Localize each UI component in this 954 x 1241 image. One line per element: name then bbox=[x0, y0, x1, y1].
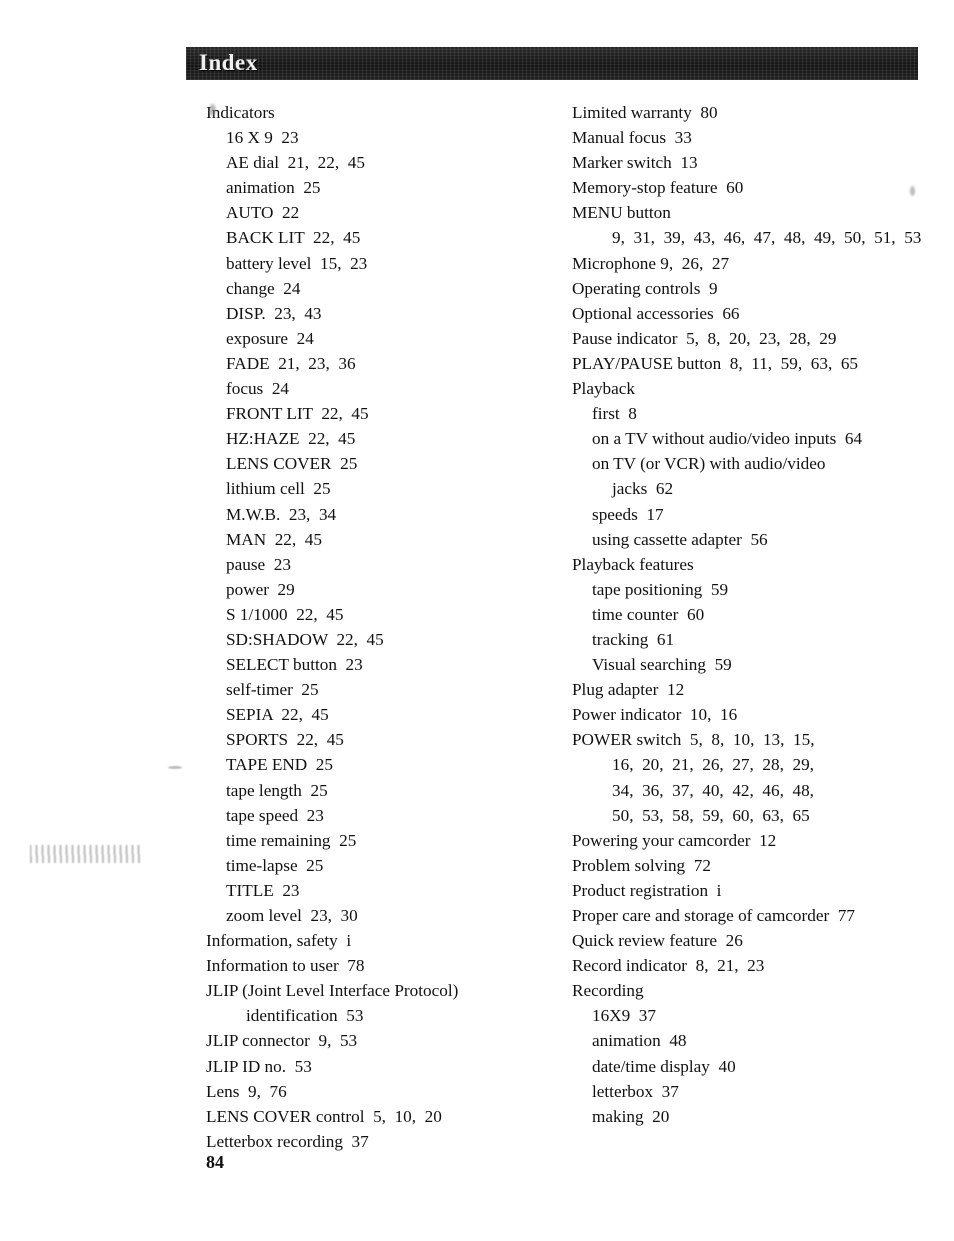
index-entry: Power indicator 10, 16 bbox=[572, 705, 738, 725]
index-entry: Letterbox recording 37 bbox=[206, 1131, 369, 1151]
index-entry: pause 23 bbox=[226, 554, 291, 574]
index-entry: Operating controls 9 bbox=[572, 278, 718, 298]
index-entry: LENS COVER control 5, 10, 20 bbox=[206, 1106, 442, 1126]
index-entry: Memory-stop feature 60 bbox=[572, 178, 744, 198]
index-entry: on TV (or VCR) with audio/video bbox=[592, 454, 826, 474]
index-column-left: Indicators 16 X 9 23 AE dial 21, 22, 45 ani… bbox=[206, 100, 546, 1154]
index-entry: JLIP (Joint Level Interface Protocol) bbox=[206, 981, 459, 1001]
index-entry: SEPIA 22, 45 bbox=[226, 705, 329, 725]
index-entry: Powering your camcorder 12 bbox=[572, 830, 777, 850]
index-entry: Indicators bbox=[206, 103, 275, 122]
index-entry: S 1/1000 22, 45 bbox=[226, 604, 344, 624]
index-entry: speeds 17 bbox=[592, 504, 664, 524]
index-entry: Information, safety i bbox=[206, 931, 352, 951]
index-entry: zoom level 23, 30 bbox=[226, 906, 358, 925]
index-entry: identification 53 bbox=[246, 1006, 364, 1026]
index-entry: Problem solving 72 bbox=[572, 855, 711, 875]
index-entry: animation 48 bbox=[592, 1031, 687, 1051]
index-entry: focus 24 bbox=[226, 379, 290, 399]
index-entry: tape speed 23 bbox=[226, 805, 324, 825]
index-entry: POWER switch 5, 8, 10, 13, 15, bbox=[572, 730, 815, 750]
index-entry: Record indicator 8, 21, 23 bbox=[572, 956, 765, 976]
index-entry: DISP. 23, 43 bbox=[226, 303, 322, 323]
index-entry: making 20 bbox=[592, 1106, 670, 1126]
index-entry: MENU button bbox=[572, 203, 671, 223]
index-entry: SELECT button 23 bbox=[226, 655, 363, 675]
index-entry: TITLE 23 bbox=[226, 880, 300, 900]
index-entry: Optional accessories 66 bbox=[572, 303, 740, 323]
index-entry: exposure 24 bbox=[226, 328, 314, 348]
index-entry: animation 25 bbox=[226, 178, 321, 198]
index-entry: Marker switch 13 bbox=[572, 153, 698, 173]
index-entry: change 24 bbox=[226, 278, 301, 298]
index-entry: Pause indicator 5, 8, 20, 23, 28, 29 bbox=[572, 328, 837, 348]
index-entry: tape length 25 bbox=[226, 780, 328, 800]
index-entry: on a TV without audio/video inputs 64 bbox=[592, 429, 863, 449]
scan-smudge-artifact bbox=[30, 845, 140, 863]
index-entry: MAN 22, 45 bbox=[226, 529, 322, 549]
index-entry: Manual focus 33 bbox=[572, 128, 692, 148]
index-entry: Lens 9, 76 bbox=[206, 1081, 287, 1101]
index-entry: tracking 61 bbox=[592, 629, 675, 649]
index-entry: power 29 bbox=[226, 579, 295, 599]
index-entry: JLIP ID no. 53 bbox=[206, 1056, 312, 1076]
index-entry: BACK LIT 22, 45 bbox=[226, 228, 361, 248]
index-entry: 34, 36, 37, 40, 42, 46, 48, bbox=[612, 780, 814, 800]
index-entry: Product registration i bbox=[572, 880, 722, 900]
index-entry: 50, 53, 58, 59, 60, 63, 65 bbox=[612, 805, 810, 825]
index-entry: Plug adapter 12 bbox=[572, 680, 685, 700]
index-entry: AUTO 22 bbox=[226, 203, 300, 223]
index-entry: 16, 20, 21, 26, 27, 28, 29, bbox=[612, 755, 814, 775]
index-entry: time counter 60 bbox=[592, 604, 705, 624]
index-entry: Playback bbox=[572, 379, 636, 399]
header-texture bbox=[186, 47, 918, 80]
index-entry: battery level 15, 23 bbox=[226, 253, 368, 273]
index-entry: SPORTS 22, 45 bbox=[226, 730, 344, 750]
scan-speck-artifact bbox=[910, 186, 915, 196]
index-page: Index Indicators 16 X 9 23 AE dial 21, 22,… bbox=[0, 0, 954, 1241]
index-entry: LENS COVER 25 bbox=[226, 454, 358, 474]
index-entry: first 8 bbox=[592, 404, 637, 424]
index-entry: using cassette adapter 56 bbox=[592, 529, 768, 549]
index-entry: time-lapse 25 bbox=[226, 855, 324, 875]
index-entry: Proper care and storage of camcorder 77 bbox=[572, 906, 855, 925]
index-entry: 16 X 9 23 bbox=[226, 128, 299, 148]
index-entry: jacks 62 bbox=[612, 479, 674, 499]
index-entry: 9, 31, 39, 43, 46, 47, 48, 49, 50, 51, 5… bbox=[612, 228, 922, 248]
index-entry: SD:SHADOW 22, 45 bbox=[226, 629, 384, 649]
page-title: Index bbox=[199, 50, 258, 75]
index-entry: Microphone 9, 26, 27 bbox=[572, 253, 730, 273]
index-header-bar: Index bbox=[186, 47, 918, 80]
index-entry: date/time display 40 bbox=[592, 1056, 736, 1076]
index-entry: HZ:HAZE 22, 45 bbox=[226, 429, 356, 449]
index-entry: 16X9 37 bbox=[592, 1006, 656, 1026]
index-entry: Playback features bbox=[572, 554, 694, 574]
index-entry: tape positioning 59 bbox=[592, 579, 729, 599]
index-column-right: Limited warranty 80 Manual focus 33 Marker… bbox=[572, 100, 932, 1129]
index-entry: self-timer 25 bbox=[226, 680, 319, 700]
index-entry: letterbox 37 bbox=[592, 1081, 679, 1101]
index-entry: lithium cell 25 bbox=[226, 479, 331, 499]
index-entry: Visual searching 59 bbox=[592, 655, 732, 675]
index-entry: PLAY/PAUSE button 8, 11, 59, 63, 65 bbox=[572, 353, 859, 373]
index-entry: time remaining 25 bbox=[226, 830, 357, 850]
index-entry: JLIP connector 9, 53 bbox=[206, 1031, 358, 1051]
scan-speck-artifact bbox=[209, 104, 216, 116]
index-entry: Information to user 78 bbox=[206, 956, 365, 976]
page-number: 84 bbox=[206, 1152, 224, 1172]
index-entry: FRONT LIT 22, 45 bbox=[226, 404, 369, 424]
index-entry: Recording bbox=[572, 981, 644, 1001]
scan-speck-artifact bbox=[168, 766, 182, 769]
index-entry: AE dial 21, 22, 45 bbox=[226, 153, 365, 173]
index-entry: M.W.B. 23, 34 bbox=[226, 504, 337, 524]
index-entry: TAPE END 25 bbox=[226, 755, 333, 775]
index-entry: FADE 21, 23, 36 bbox=[226, 353, 356, 373]
index-entry: Quick review feature 26 bbox=[572, 931, 743, 951]
index-entry: Limited warranty 80 bbox=[572, 103, 718, 122]
